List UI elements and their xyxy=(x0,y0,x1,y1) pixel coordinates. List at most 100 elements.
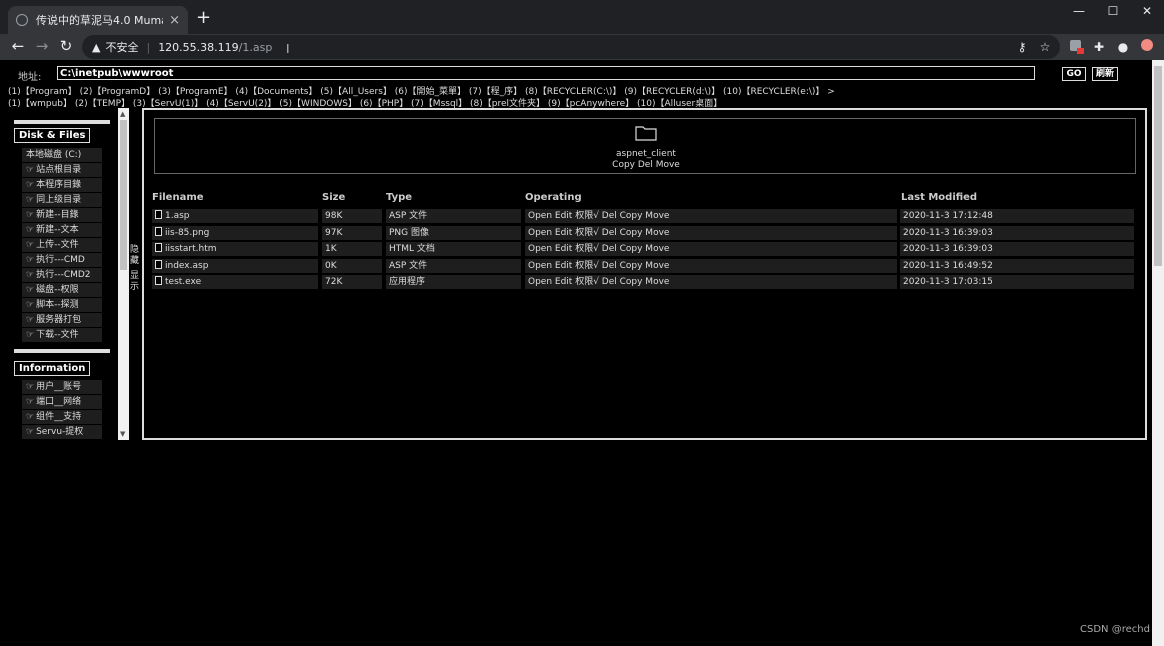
sidebar-item-label: 上传--文件 xyxy=(36,240,79,250)
sidebar-item[interactable]: ☞ 脚本--探测 xyxy=(22,298,102,312)
refresh-button[interactable]: 刷新 xyxy=(1092,67,1118,81)
table-row[interactable]: 1.asp 98K ASP 文件 Open Edit 权限√ Del Copy Mov… xyxy=(152,209,1134,223)
security-label[interactable]: 不安全 xyxy=(105,39,138,55)
table-row[interactable]: iis-85.png 97K PNG 图像 Open Edit 权限√ Del Cop… xyxy=(152,225,1134,240)
cell-name[interactable]: iis-85.png xyxy=(152,225,318,240)
sidebar-item[interactable]: ☞ 新建--文本 xyxy=(22,223,102,237)
maximize-button[interactable]: ☐ xyxy=(1098,4,1128,22)
cell-type: ASP 文件 xyxy=(386,258,521,273)
file-icon xyxy=(155,226,162,236)
key-icon[interactable]: ⚷ xyxy=(1013,38,1031,56)
folder-list: aspnet_client Copy Del Move xyxy=(154,118,1136,174)
sidebar-item[interactable]: ☞ 用户__账号 xyxy=(22,380,102,394)
star-icon[interactable]: ☆ xyxy=(1036,38,1054,56)
cell-name[interactable]: 1.asp xyxy=(152,209,318,223)
extension-badge-icon[interactable] xyxy=(1066,38,1084,56)
sidebar-item[interactable]: ☞ 本程序目錄 xyxy=(22,178,102,192)
tab-title: 传说中的草泥马4.0 Mumaasp.c xyxy=(36,14,163,27)
folder-icon[interactable] xyxy=(635,125,657,141)
cell-ops[interactable]: Open Edit 权限√ Del Copy Move xyxy=(525,242,897,256)
cell-ops[interactable]: Open Edit 权限√ Del Copy Move xyxy=(525,225,897,240)
sidebar-item[interactable]: ☞ 磁盘--权限 xyxy=(22,283,102,297)
disk-files-title: Disk & Files xyxy=(14,128,91,143)
scroll-thumb[interactable] xyxy=(1154,66,1162,266)
hand-pointer-icon: ☞ xyxy=(26,315,35,325)
back-arrow-icon[interactable]: ← xyxy=(8,36,28,56)
cell-ops[interactable]: Open Edit 权限√ Del Copy Move xyxy=(525,258,897,273)
sidebar-item[interactable]: ☞ 执行---CMD2 xyxy=(22,268,102,282)
toggle-char: 示 xyxy=(130,282,140,292)
table-row[interactable]: index.asp 0K ASP 文件 Open Edit 权限√ Del Copy … xyxy=(152,258,1134,273)
cell-ops[interactable]: Open Edit 权限√ Del Copy Move xyxy=(525,275,897,289)
cell-name[interactable]: iisstart.htm xyxy=(152,242,318,256)
hide-show-toggle[interactable]: 隐 藏 显 示 xyxy=(130,245,140,293)
cell-text: Open Edit 权限√ Del Copy Move xyxy=(528,211,670,221)
sidebar-item-label: 下载--文件 xyxy=(36,330,79,340)
puzzle-icon[interactable]: ✚ xyxy=(1090,38,1108,56)
hand-pointer-icon: ☞ xyxy=(26,412,35,422)
sidebar-scrollbar[interactable]: ▲ ▼ xyxy=(118,108,129,440)
sidebar-item[interactable]: ☞ 执行---CMD xyxy=(22,253,102,267)
sidebar-item-label: 新建--目錄 xyxy=(36,210,79,220)
sidebar-item-label: 本程序目錄 xyxy=(36,180,82,190)
folder-name[interactable]: aspnet_client xyxy=(155,149,1137,159)
sidebar-item[interactable]: ☞ 上传--文件 xyxy=(22,238,102,252)
sidebar-item[interactable]: ☞ 下载--文件 xyxy=(22,328,102,342)
cell-name[interactable]: test.exe xyxy=(152,275,318,289)
cell-ops[interactable]: Open Edit 权限√ Del Copy Move xyxy=(525,209,897,223)
cell-text: 1.asp xyxy=(165,211,190,221)
scroll-thumb[interactable] xyxy=(120,120,127,270)
hand-pointer-icon: ☞ xyxy=(26,285,35,295)
cell-modified: 2020-11-3 17:03:15 xyxy=(900,275,1134,289)
sidebar-item-label: 执行---CMD2 xyxy=(36,270,91,280)
scroll-up-icon[interactable]: ▲ xyxy=(120,110,125,118)
go-button[interactable]: GO xyxy=(1062,67,1086,81)
hand-pointer-icon: ☞ xyxy=(26,180,35,190)
hand-pointer-icon: ☞ xyxy=(26,255,35,265)
sidebar-item[interactable]: ☞ 站点根目录 xyxy=(22,163,102,177)
cell-text: 0K xyxy=(325,260,337,271)
folder-operations[interactable]: Copy Del Move xyxy=(155,160,1137,170)
sidebar-item[interactable]: 本地磁盘 (C:) xyxy=(22,148,102,162)
path-input[interactable] xyxy=(57,66,1035,80)
sidebar-item[interactable]: ☞ 服务器打包 xyxy=(22,313,102,327)
tab-close-icon[interactable]: × xyxy=(169,13,180,28)
hand-pointer-icon: ☞ xyxy=(26,427,35,437)
hand-pointer-icon: ☞ xyxy=(26,210,35,220)
scroll-down-icon[interactable]: ▼ xyxy=(120,430,125,438)
update-icon[interactable] xyxy=(1138,38,1156,56)
sidebar-item[interactable]: ☞ 组件__支持 xyxy=(22,410,102,424)
cell-text: Open Edit 权限√ Del Copy Move xyxy=(528,244,670,254)
cell-text: HTML 文档 xyxy=(389,244,435,254)
hand-pointer-icon: ☞ xyxy=(26,165,35,175)
profile-icon[interactable]: ● xyxy=(1114,38,1132,56)
sidebar-item[interactable]: ☞ 端口__网络 xyxy=(22,395,102,409)
file-icon xyxy=(155,210,162,219)
sidebar-item[interactable]: ☞ 同上级目录 xyxy=(22,193,102,207)
toggle-char: 藏 xyxy=(130,256,140,266)
table-row[interactable]: iisstart.htm 1K HTML 文档 Open Edit 权限√ Del C… xyxy=(152,242,1134,256)
table-row[interactable]: test.exe 72K 应用程序 Open Edit 权限√ Del Copy Mo… xyxy=(152,275,1134,289)
reload-icon[interactable]: ↻ xyxy=(56,36,76,56)
cell-modified: 2020-11-3 16:39:03 xyxy=(900,242,1134,256)
cell-text: iis-85.png xyxy=(165,227,210,238)
page-scrollbar[interactable] xyxy=(1152,60,1164,646)
browser-tab[interactable]: 传说中的草泥马4.0 Mumaasp.c × xyxy=(8,6,188,34)
close-window-button[interactable]: ✕ xyxy=(1132,4,1162,22)
minimize-button[interactable]: — xyxy=(1064,4,1094,22)
warning-icon[interactable]: ▲ xyxy=(92,41,100,54)
cell-name[interactable]: index.asp xyxy=(152,258,318,273)
sidebar-item[interactable]: ☞ 新建--目錄 xyxy=(22,208,102,222)
toggle-char: 隐 xyxy=(130,245,140,255)
address-bar[interactable]: ▲ 不安全 | 120.55.38.119/1.asp xyxy=(82,35,1060,59)
browser-toolbar: ← → ↻ ▲ 不安全 | 120.55.38.119/1.asp ⚷ ☆ ✚ … xyxy=(0,34,1164,60)
new-tab-button[interactable]: + xyxy=(196,8,211,28)
header-operating: Operating xyxy=(525,192,582,203)
hand-pointer-icon: ☞ xyxy=(26,330,35,340)
cell-text: ASP 文件 xyxy=(389,211,428,221)
sidebar-item-label: 端口__网络 xyxy=(36,397,82,407)
sidebar-item[interactable]: ☞ Servu-提权 xyxy=(22,425,102,439)
cell-type: 应用程序 xyxy=(386,275,521,289)
forward-arrow-icon[interactable]: → xyxy=(32,36,52,56)
cell-text: 2020-11-3 17:12:48 xyxy=(903,211,993,221)
